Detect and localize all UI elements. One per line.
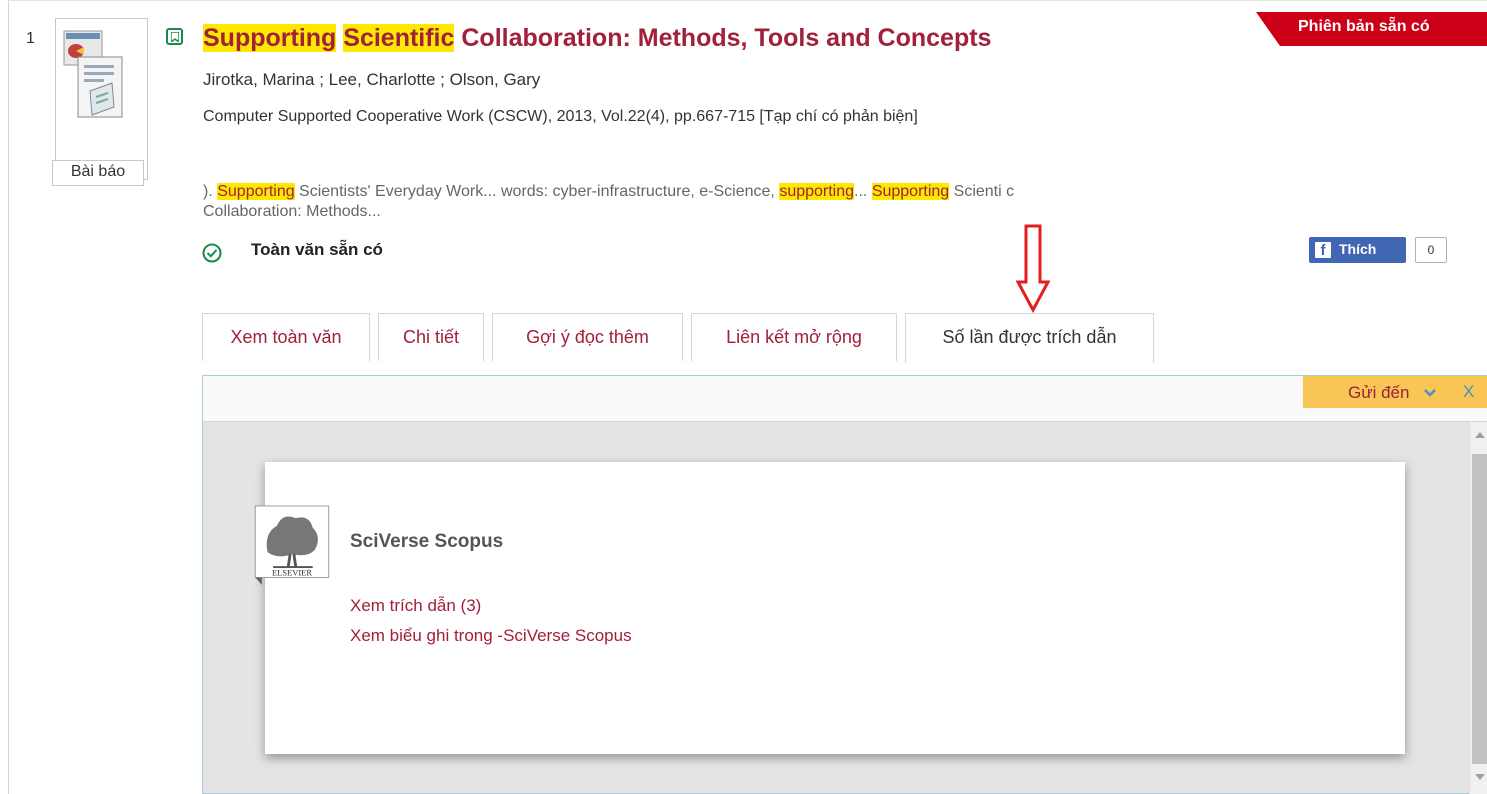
snippet-text: ...: [854, 183, 872, 200]
ribbon-label: Phiên bản sẵn có: [1298, 18, 1430, 35]
title-highlight: Scientific: [343, 24, 455, 52]
tab-details[interactable]: Chi tiết: [378, 313, 484, 361]
tab-citations[interactable]: Số lần được trích dẫn: [905, 313, 1154, 363]
bookmark-icon[interactable]: [166, 28, 183, 45]
panel-toolbar: Gửi đến X: [203, 376, 1487, 422]
facebook-like-count: 0: [1415, 237, 1447, 263]
snippet-highlight: Supporting: [217, 183, 295, 200]
elsevier-logo-text: ELSEVIER: [272, 568, 312, 578]
citations-panel: Gửi đến X: [202, 375, 1487, 794]
record-title-link[interactable]: Supporting Scientific Collaboration: Met…: [203, 24, 991, 53]
record-snippet: ). Supporting Scientists' Everyday Work.…: [203, 182, 1033, 222]
facebook-like-label: Thích: [1339, 241, 1377, 257]
check-circle-icon: [202, 243, 222, 263]
scrollbar-thumb[interactable]: [1472, 454, 1487, 764]
provider-name: SciVerse Scopus: [350, 531, 504, 552]
panel-scrollbar[interactable]: [1469, 422, 1487, 794]
scroll-down-icon[interactable]: [1475, 774, 1485, 780]
snippet-highlight: supporting: [779, 183, 855, 200]
arrow-down-icon: [1016, 224, 1050, 314]
title-text: Collaboration: Methods, Tools and Concep…: [454, 24, 992, 52]
result-index: 1: [26, 30, 35, 47]
tab-recommendations[interactable]: Gợi ý đọc thêm: [492, 313, 683, 361]
send-to-label: Gửi đến: [1348, 383, 1410, 402]
scroll-up-icon[interactable]: [1475, 432, 1485, 438]
title-highlight: Supporting: [203, 24, 337, 52]
tab-full-text[interactable]: Xem toàn văn: [202, 313, 370, 361]
record-authors: Jirotka, Marina ; Lee, Charlotte ; Olson…: [203, 70, 541, 89]
article-icon: [63, 30, 123, 118]
view-scopus-record-link[interactable]: Xem biểu ghi trong -SciVerse Scopus: [350, 626, 632, 646]
close-button[interactable]: X: [1463, 382, 1474, 402]
record-source: Computer Supported Cooperative Work (CSC…: [203, 108, 918, 125]
availability-label: Toàn văn sẵn có: [251, 240, 383, 259]
document-type-label: Bài báo: [52, 160, 144, 186]
send-to-menu[interactable]: Gửi đến X: [1303, 376, 1487, 408]
availability-ribbon: Phiên bản sẵn có: [1256, 6, 1487, 46]
snippet-text: Scientists' Everyday Work... words: cybe…: [294, 183, 780, 200]
view-citations-link[interactable]: Xem trích dẫn (3): [350, 596, 481, 616]
facebook-like-button[interactable]: f Thích: [1309, 237, 1406, 263]
tab-links[interactable]: Liên kết mở rộng: [691, 313, 897, 361]
elsevier-logo: ELSEVIER: [254, 505, 330, 585]
chevron-down-icon: [1424, 389, 1436, 397]
snippet-text: ).: [203, 183, 218, 200]
document-type-thumbnail[interactable]: [55, 18, 148, 180]
snippet-highlight: Supporting: [871, 183, 950, 200]
facebook-icon: f: [1315, 242, 1331, 259]
